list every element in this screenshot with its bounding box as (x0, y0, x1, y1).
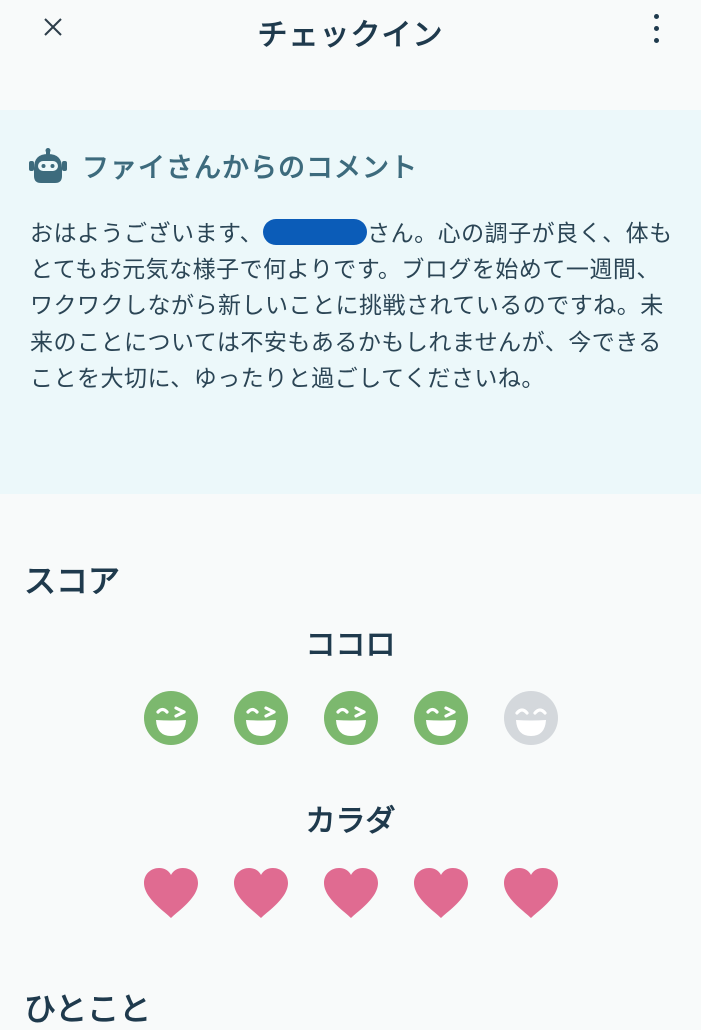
comment-text: おはようございます、 さん。心の調子が良く、体もとてもお元気な様子で何よりです。ブ… (30, 216, 680, 397)
more-options-button[interactable] (640, 8, 672, 48)
comment-header: ファイさんからのコメント (28, 146, 418, 185)
karada-heart-filled (322, 866, 380, 920)
comment-text-greeting: おはようございます、 (30, 221, 264, 247)
kokoro-face-filled (143, 690, 199, 746)
app-header: チェックイン (0, 0, 701, 66)
score-heading: スコア (24, 562, 121, 600)
redacted-username (263, 219, 368, 245)
karada-heart-filled (412, 866, 470, 920)
page-title: チェックイン (257, 18, 444, 53)
karada-rating (142, 866, 562, 924)
karada-label: カラダ (305, 804, 396, 839)
karada-heart-filled (502, 866, 560, 920)
hitokoto-heading: ひとこと (24, 990, 152, 1028)
kokoro-face-filled (323, 690, 379, 746)
kokoro-face-filled (413, 690, 469, 746)
kokoro-label: ココロ (305, 628, 396, 663)
karada-heart-filled (142, 866, 200, 920)
comment-card: ファイさんからのコメント おはようございます、 さん。心の調子が良く、体もとてもお… (0, 110, 701, 494)
kokoro-face-filled (233, 690, 289, 746)
kokoro-face-empty (503, 690, 559, 746)
more-vertical-icon (653, 13, 659, 19)
kokoro-rating (143, 690, 563, 748)
karada-heart-filled (232, 866, 290, 920)
robot-avatar-icon (29, 147, 67, 183)
comment-title: ファイさんからのコメント (82, 153, 418, 184)
